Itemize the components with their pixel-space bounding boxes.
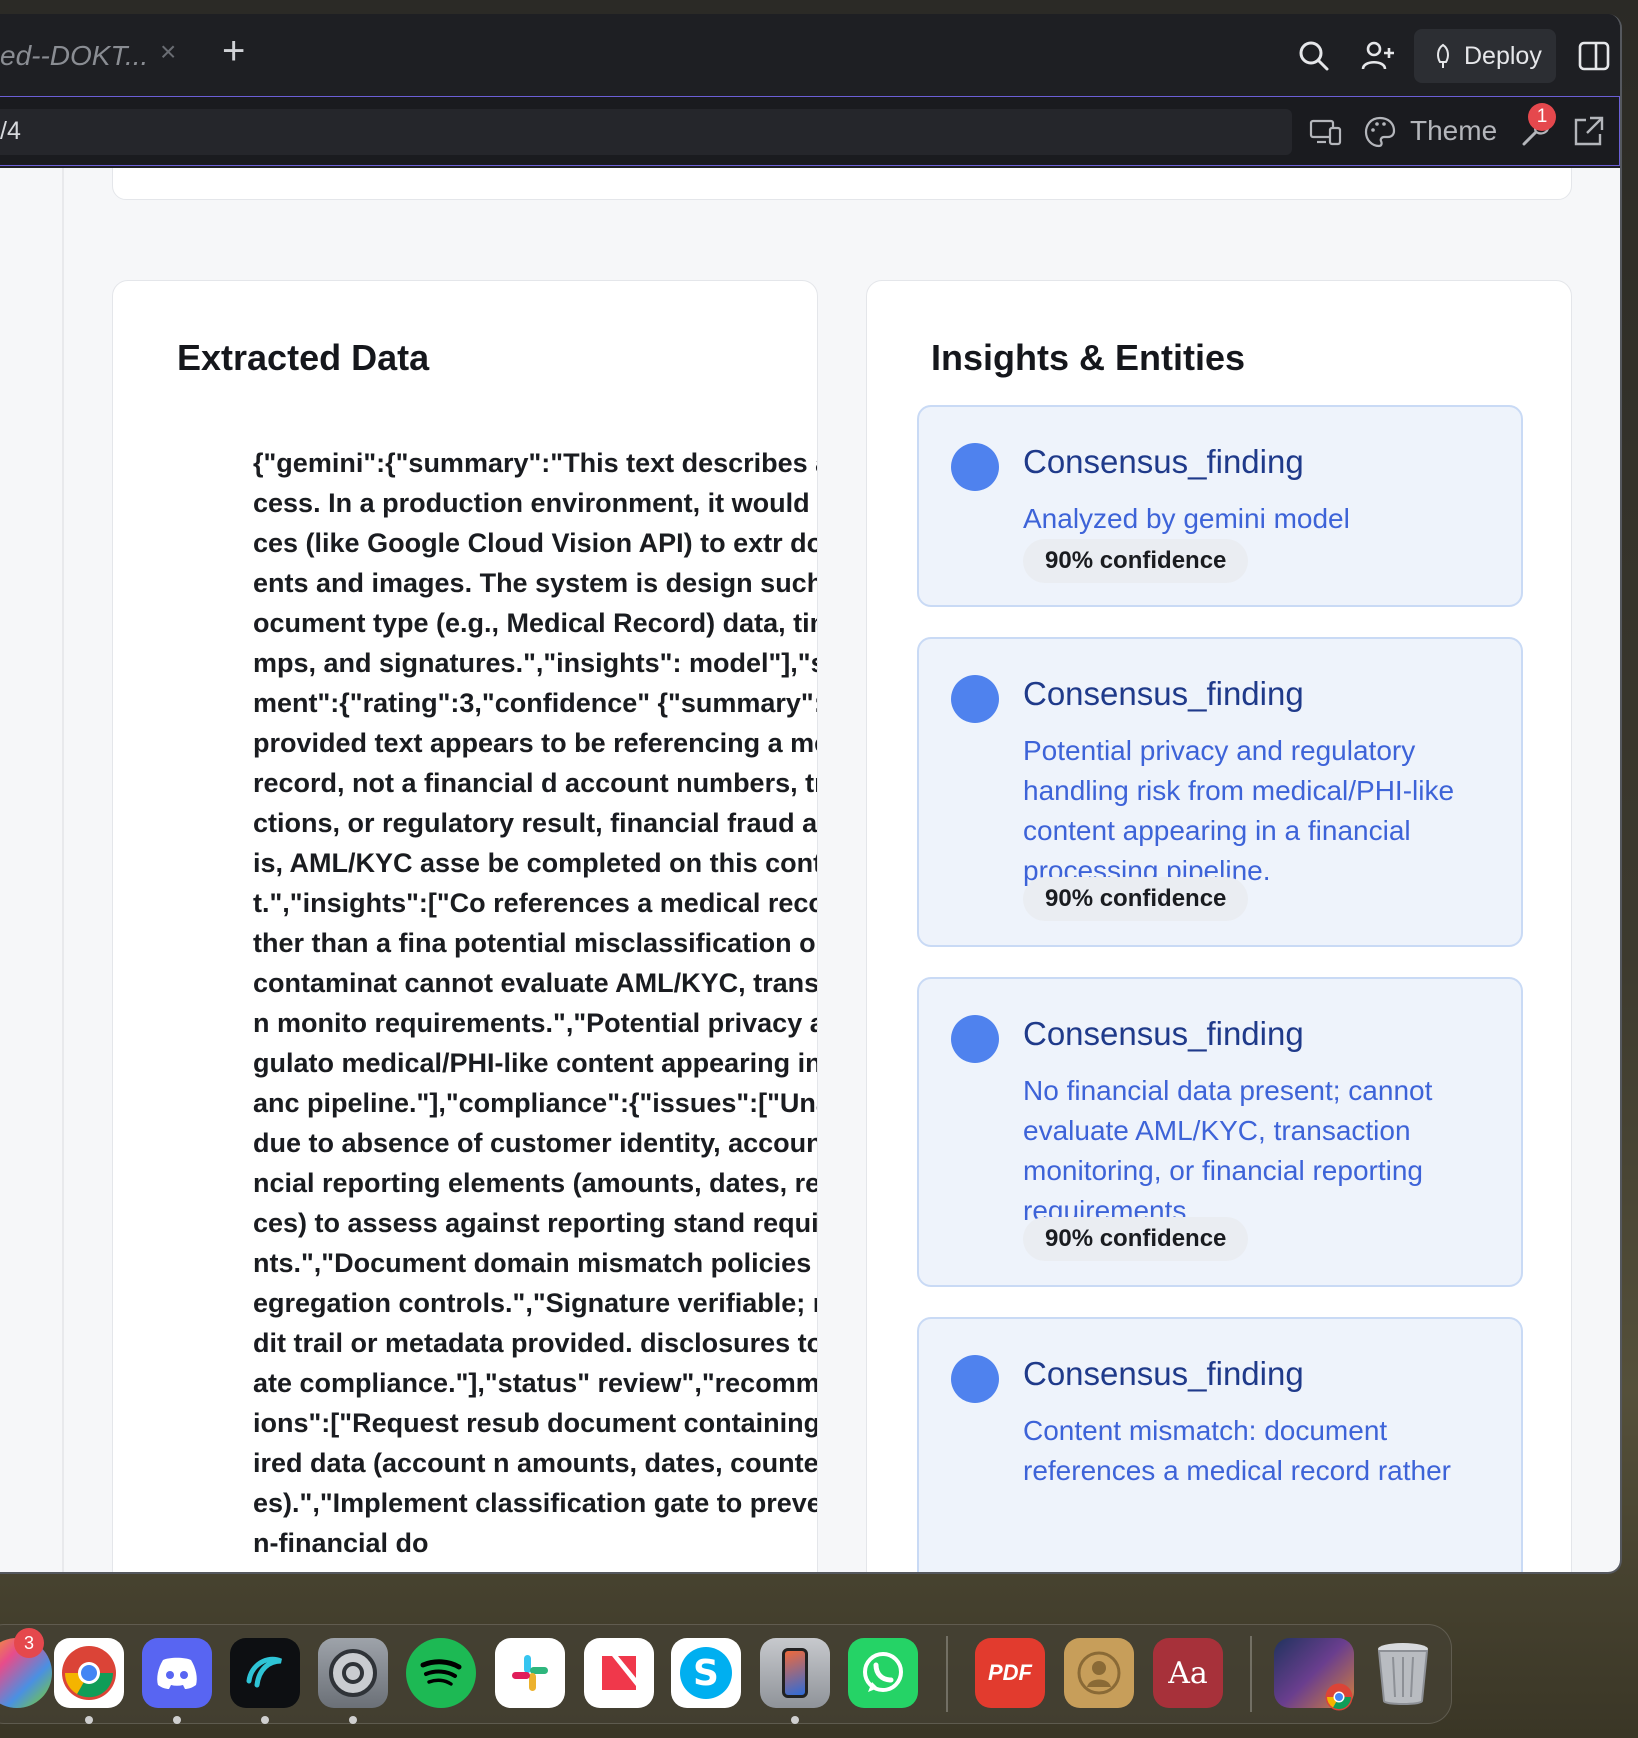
news-icon <box>602 1656 636 1690</box>
code-insiders-app-icon[interactable] <box>230 1638 300 1708</box>
contact-icon <box>1077 1651 1121 1695</box>
add-user-icon[interactable] <box>1360 38 1396 74</box>
responsive-devices-icon[interactable] <box>1308 114 1344 150</box>
insight-title: Consensus_finding <box>1023 1355 1304 1392</box>
insight-item: Consensus_finding Potential privacy and … <box>917 637 1523 947</box>
chrome-icon <box>62 1646 116 1700</box>
tab-title[interactable]: ed--DOKT... <box>0 40 148 72</box>
running-indicator <box>261 1716 269 1724</box>
theme-label[interactable]: Theme <box>1410 115 1497 147</box>
confidence-badge: 90% confidence <box>1023 539 1249 583</box>
insight-dot-icon <box>951 1355 999 1403</box>
rocket-icon <box>1437 43 1449 68</box>
extracted-json-text: {"gemini":{"summary":"This text describe… <box>253 448 818 1558</box>
discord-icon <box>157 1657 197 1689</box>
running-indicator <box>791 1716 799 1724</box>
whatsapp-icon <box>863 1652 903 1692</box>
browser-window-preview[interactable] <box>1274 1638 1354 1711</box>
insight-title: Consensus_finding <box>1023 675 1304 712</box>
pdf-icon-label: PDF <box>988 1660 1032 1685</box>
contacts-app-icon[interactable] <box>1064 1638 1134 1708</box>
deploy-label: Deploy <box>1464 41 1542 70</box>
sidebar-toggle-icon[interactable] <box>1576 38 1612 74</box>
deploy-button[interactable]: Deploy <box>1414 29 1556 83</box>
iphone-icon <box>782 1648 808 1698</box>
system-settings-app-icon[interactable] <box>318 1638 388 1708</box>
palette-icon[interactable] <box>1362 114 1398 150</box>
notification-badge: 1 <box>1528 103 1556 131</box>
confidence-badge: 90% confidence <box>1023 1217 1249 1261</box>
dictionary-app-icon[interactable]: Aa <box>1153 1638 1223 1708</box>
dock-separator <box>946 1636 948 1712</box>
iphone-mirroring-app-icon[interactable] <box>760 1638 830 1708</box>
open-external-icon[interactable] <box>1570 114 1606 150</box>
title-bar: ed--DOKT... × + Deploy <box>0 14 1620 96</box>
url-field[interactable]: /4 <box>0 109 1292 155</box>
spotify-icon <box>420 1659 462 1686</box>
photos-badge: 3 <box>14 1628 44 1658</box>
insight-item: Consensus_finding Content mismatch: docu… <box>917 1317 1523 1572</box>
spotify-app-icon[interactable] <box>406 1638 476 1708</box>
running-indicator <box>173 1716 181 1724</box>
insight-description: Content mismatch: document references a … <box>1023 1415 1451 1486</box>
insight-item: Consensus_finding No financial data pres… <box>917 977 1523 1287</box>
content-border <box>62 168 64 1572</box>
insights-card: Insights & Entities Consensus_finding An… <box>866 280 1572 1572</box>
dictionary-icon-label: Aa <box>1168 1655 1208 1691</box>
slack-app-icon[interactable] <box>495 1638 565 1708</box>
slack-icon <box>512 1655 548 1691</box>
insight-dot-icon <box>951 1015 999 1063</box>
chrome-app-icon[interactable] <box>54 1638 124 1708</box>
insight-title: Consensus_finding <box>1023 443 1304 480</box>
insight-item: Consensus_finding Analyzed by gemini mod… <box>917 405 1523 607</box>
skype-app-icon[interactable]: S <box>671 1638 741 1708</box>
preview-url-bar: /4 Theme 1 <box>0 96 1620 166</box>
skype-icon: S <box>680 1647 732 1699</box>
trash-app-icon[interactable] <box>1368 1638 1438 1708</box>
pdf-expert-app-icon[interactable]: PDF <box>975 1638 1045 1708</box>
search-icon[interactable] <box>1296 38 1332 74</box>
previous-card <box>112 168 1572 200</box>
insights-title: Insights & Entities <box>931 337 1246 378</box>
extracted-data-title: Extracted Data <box>177 337 430 378</box>
extracted-data-card: Extracted Data {"gemini":{"summary":"Thi… <box>112 280 818 1572</box>
dock-separator <box>1250 1636 1252 1712</box>
tab-close-icon[interactable]: × <box>160 36 176 68</box>
discord-app-icon[interactable] <box>142 1638 212 1708</box>
running-indicator <box>85 1716 93 1724</box>
insight-title: Consensus_finding <box>1023 1015 1304 1052</box>
news-app-icon[interactable] <box>584 1638 654 1708</box>
whatsapp-app-icon[interactable] <box>848 1638 918 1708</box>
insight-dot-icon <box>951 443 999 491</box>
trash-icon <box>1377 1643 1429 1705</box>
running-indicator <box>349 1716 357 1724</box>
page-content: Extracted Data {"gemini":{"summary":"Thi… <box>0 168 1620 1572</box>
new-tab-icon[interactable]: + <box>222 29 245 74</box>
wave-icon <box>246 1656 282 1688</box>
insight-description: No financial data present; cannot evalua… <box>1023 1075 1433 1226</box>
url-text: /4 <box>0 117 21 145</box>
gear-icon <box>329 1649 377 1697</box>
insight-dot-icon <box>951 675 999 723</box>
browser-window: ed--DOKT... × + Deploy /4 Theme 1 Extrac… <box>0 14 1622 1574</box>
insight-description: Analyzed by gemini model <box>1023 503 1350 534</box>
confidence-badge: 90% confidence <box>1023 877 1249 921</box>
chrome-badge-icon <box>1325 1683 1353 1711</box>
insight-description: Potential privacy and regulatory handlin… <box>1023 735 1455 886</box>
